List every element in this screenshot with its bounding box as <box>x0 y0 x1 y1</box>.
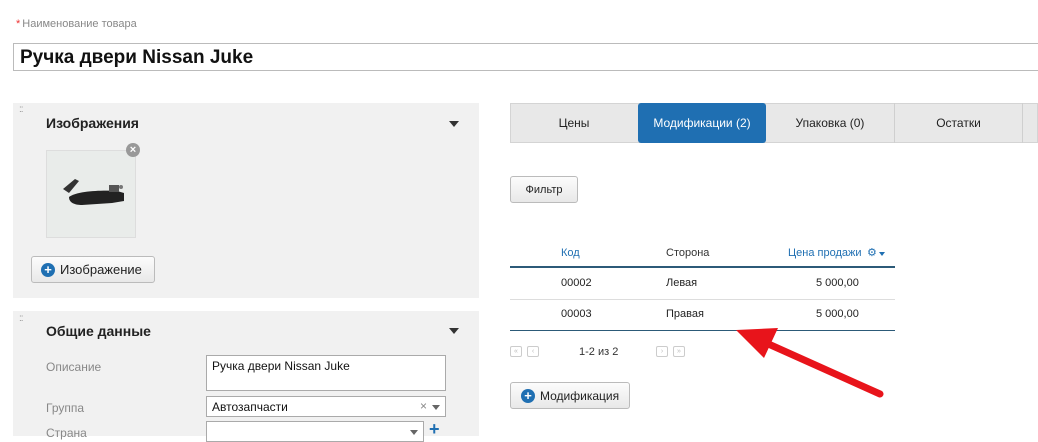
product-name-label: * Наименование товара <box>16 18 137 30</box>
plus-circle-icon: + <box>521 388 535 403</box>
add-country-plus-icon[interactable]: + <box>429 420 440 438</box>
country-label: Страна <box>46 426 87 440</box>
drag-handle-icon[interactable]: :: <box>19 313 23 324</box>
settings-caret-icon[interactable] <box>879 252 885 256</box>
description-textarea[interactable]: Ручка двери Nissan Juke <box>206 355 446 391</box>
clear-icon[interactable]: × <box>420 399 427 413</box>
column-header-code[interactable]: Код <box>561 247 580 259</box>
column-header-price[interactable]: Цена продажи <box>788 247 862 259</box>
cell-side[interactable]: Правая <box>666 308 704 320</box>
add-modification-button[interactable]: + Модификация <box>510 382 630 409</box>
images-panel-title: Изображения <box>46 115 139 131</box>
group-select[interactable]: Автозапчасти × <box>206 396 446 417</box>
chevron-down-icon[interactable] <box>432 405 440 410</box>
table-header-line <box>510 266 895 268</box>
drag-handle-icon[interactable]: :: <box>19 104 23 115</box>
next-page-icon[interactable]: › <box>656 346 668 357</box>
description-label: Описание <box>46 360 102 374</box>
cell-code[interactable]: 00003 <box>561 308 592 320</box>
prev-page-icon[interactable]: ‹ <box>527 346 539 357</box>
cell-code[interactable]: 00002 <box>561 277 592 289</box>
tab-stock[interactable]: Остатки <box>894 103 1022 143</box>
tab-prices[interactable]: Цены <box>510 103 638 143</box>
group-value: Автозапчасти <box>212 400 288 414</box>
tab-divider <box>1022 103 1023 143</box>
remove-icon[interactable]: × <box>126 143 140 157</box>
tab-packaging[interactable]: Упаковка (0) <box>766 103 894 143</box>
first-page-icon[interactable]: « <box>510 346 522 357</box>
last-page-icon[interactable]: » <box>673 346 685 357</box>
country-select[interactable] <box>206 421 424 442</box>
gear-icon[interactable]: ⚙ <box>867 246 877 259</box>
door-handle-image <box>47 151 135 237</box>
chevron-down-icon[interactable] <box>410 430 418 435</box>
cell-side[interactable]: Левая <box>666 277 697 289</box>
caret-down-icon[interactable] <box>449 328 459 334</box>
table-row-divider <box>510 299 895 300</box>
column-header-side[interactable]: Сторона <box>666 247 709 259</box>
add-modification-label: Модификация <box>540 388 620 403</box>
arrow-annotation-icon <box>736 328 884 398</box>
add-image-label: Изображение <box>60 262 142 277</box>
caret-down-icon[interactable] <box>449 121 459 127</box>
tab-modifications[interactable]: Модификации (2) <box>638 103 766 143</box>
product-name-label-text: Наименование товара <box>22 18 137 30</box>
product-image-thumbnail[interactable] <box>46 150 136 238</box>
pager-text: 1-2 из 2 <box>579 346 619 358</box>
cell-price[interactable]: 5 000,00 <box>816 277 859 289</box>
add-image-button[interactable]: + Изображение <box>31 256 155 283</box>
filter-button[interactable]: Фильтр <box>510 176 578 203</box>
product-name-input[interactable]: Ручка двери Nissan Juke <box>13 43 1038 71</box>
required-mark: * <box>16 18 21 30</box>
general-data-panel-title: Общие данные <box>46 323 151 339</box>
cell-price[interactable]: 5 000,00 <box>816 308 859 320</box>
plus-circle-icon: + <box>41 262 55 277</box>
group-label: Группа <box>46 401 85 415</box>
